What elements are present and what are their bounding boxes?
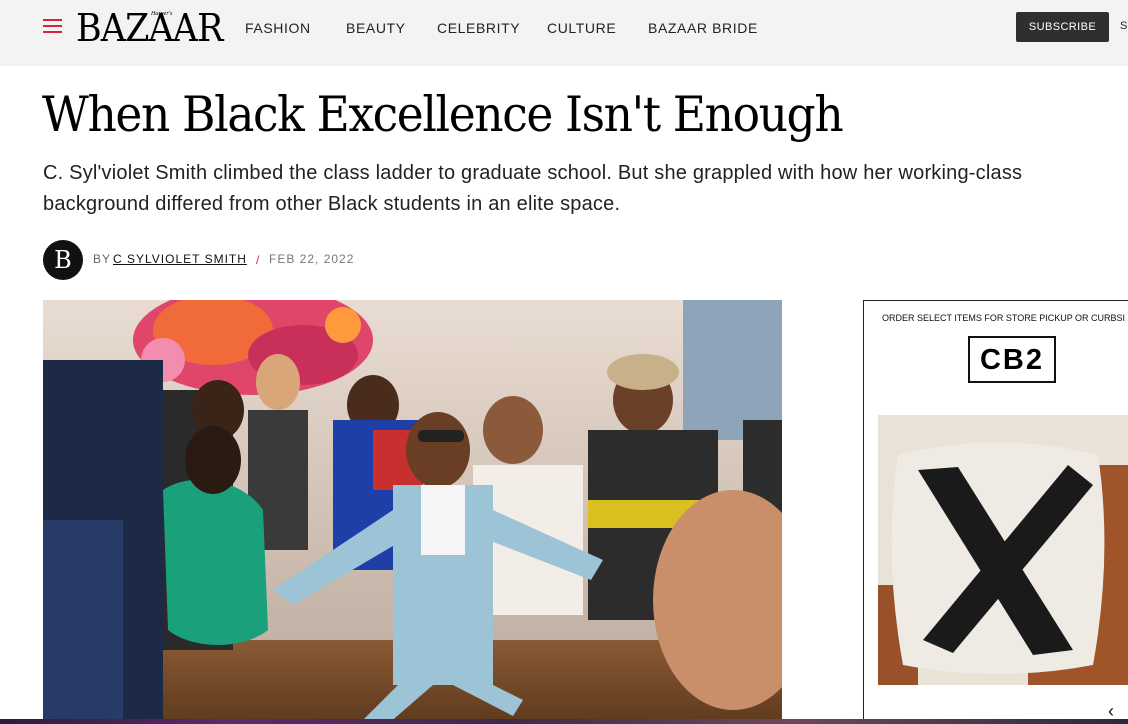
top-navigation-bar: BAZAAR Harper's FASHION BEAUTY CELEBRITY… [0, 0, 1128, 66]
nav-fashion[interactable]: FASHION [245, 19, 311, 37]
bazaar-logo[interactable]: BAZAAR [76, 6, 223, 50]
article-dek: C. Syl'violet Smith climbed the class la… [43, 162, 1023, 215]
author-avatar: B [43, 240, 83, 280]
nav-celebrity[interactable]: CELEBRITY [437, 19, 520, 37]
sign-in-link[interactable]: S [1120, 20, 1127, 32]
ad-tagline: ORDER SELECT ITEMS FOR STORE PICKUP OR C… [882, 313, 1126, 323]
menu-icon[interactable] [43, 17, 62, 35]
ad-pillow-image[interactable] [878, 415, 1128, 685]
byline-by-label: BY [93, 252, 112, 266]
advertisement[interactable]: ORDER SELECT ITEMS FOR STORE PICKUP OR C… [863, 300, 1128, 724]
publish-date: FEB 22, 2022 [269, 252, 355, 266]
article-title: When Black Excellence Isn't Enough [42, 86, 844, 143]
hero-image [43, 300, 782, 724]
nav-bazaar-bride[interactable]: BAZAAR BRIDE [648, 19, 758, 37]
logo-harpers-mark: Harper's [151, 11, 173, 17]
subscribe-button[interactable]: SUBSCRIBE [1016, 12, 1109, 42]
bottom-strip [0, 719, 1128, 724]
author-link[interactable]: C SYLVIOLET SMITH [113, 252, 247, 266]
byline-separator: / [256, 253, 260, 267]
cb2-logo[interactable]: CB2 [968, 336, 1056, 383]
nav-beauty[interactable]: BEAUTY [346, 19, 406, 37]
nav-culture[interactable]: CULTURE [547, 19, 616, 37]
